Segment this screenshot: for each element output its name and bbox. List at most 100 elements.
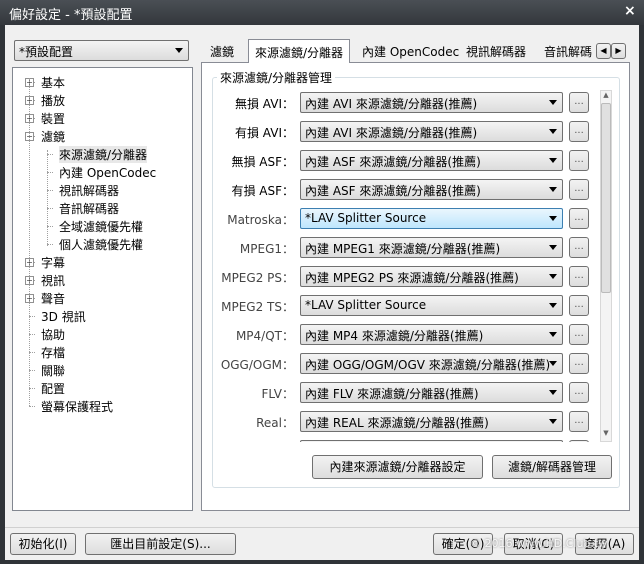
splitter-value: 內建 MPEG1 來源濾鏡/分離器(推薦) bbox=[305, 242, 501, 256]
chevron-down-icon bbox=[175, 48, 183, 53]
tab-scroll-right-button[interactable]: ▶ bbox=[611, 43, 626, 59]
tab-filters[interactable]: 濾鏡 bbox=[210, 41, 234, 62]
window-title: 偏好設定 - *預設配置 bbox=[9, 8, 133, 23]
tab-scroll-left-button[interactable]: ◀ bbox=[596, 43, 611, 59]
splitter-select[interactable]: 內建 FLV 來源濾鏡/分離器(推薦) bbox=[300, 382, 563, 403]
tab-video-decoder[interactable]: 視訊解碼器 bbox=[466, 41, 526, 62]
export-settings-button[interactable]: 匯出目前設定(S)... bbox=[85, 533, 236, 555]
builtin-splitter-settings-button[interactable]: 內建來源濾鏡/分離器設定 bbox=[312, 455, 483, 479]
tab-source-filters[interactable]: 來源濾鏡/分離器 bbox=[248, 39, 351, 63]
splitter-options-button[interactable]: ... bbox=[569, 382, 589, 403]
format-label: FLV： bbox=[261, 387, 294, 401]
splitter-select[interactable]: 內建 REAL 來源濾鏡/分離器(推薦) bbox=[300, 411, 563, 432]
splitter-value: *LAV Splitter Source bbox=[305, 211, 427, 225]
splitter-options-button[interactable]: ... bbox=[569, 92, 589, 113]
splitter-options-button[interactable]: ... bbox=[569, 440, 589, 442]
tree-item[interactable]: 視訊解碼器 bbox=[59, 182, 119, 199]
tree-item[interactable]: 濾鏡 bbox=[41, 128, 65, 145]
tree-item[interactable]: 來源濾鏡/分離器 bbox=[59, 146, 148, 163]
splitter-select[interactable]: 內建 AVI 來源濾鏡/分離器(推薦) bbox=[300, 92, 563, 113]
tree-item[interactable]: 存檔 bbox=[41, 344, 65, 361]
chevron-down-icon bbox=[549, 332, 557, 337]
splitter-options-button[interactable]: ... bbox=[569, 237, 589, 258]
splitter-select[interactable]: 內建 ASF 來源濾鏡/分離器(推薦) bbox=[300, 179, 563, 200]
tree-item[interactable]: 基本 bbox=[41, 74, 65, 91]
chevron-down-icon bbox=[549, 361, 557, 366]
splitter-select[interactable]: 內建 MP4 來源濾鏡/分離器(推薦) bbox=[300, 324, 563, 345]
ok-button[interactable]: 確定(O) bbox=[433, 533, 493, 555]
tree-item[interactable]: 配置 bbox=[41, 380, 65, 397]
tree-item[interactable]: 音訊解碼器 bbox=[59, 200, 119, 217]
title-bar: 偏好設定 - *預設配置 × bbox=[0, 0, 644, 25]
scroll-thumb[interactable] bbox=[601, 103, 611, 293]
splitter-select[interactable]: *LAV Splitter Source bbox=[300, 295, 563, 316]
chevron-down-icon bbox=[549, 419, 557, 424]
splitter-value: 內建 REAL 來源濾鏡/分離器(推薦) bbox=[305, 416, 489, 430]
format-label: 無損 AVI： bbox=[234, 97, 294, 111]
tree-item[interactable]: 裝置 bbox=[41, 110, 65, 127]
chevron-down-icon bbox=[549, 245, 557, 250]
splitter-select[interactable]: 內建 ASF 來源濾鏡/分離器(推薦) bbox=[300, 150, 563, 171]
splitter-value: 內建 OGG/OGM/OGV 來源濾鏡/分離器(推薦) bbox=[305, 358, 551, 372]
apply-button[interactable]: 套用(A) bbox=[575, 533, 634, 555]
splitter-select[interactable]: 內建 AVI 來源濾鏡/分離器(推薦) bbox=[300, 121, 563, 142]
scroll-down-icon[interactable]: ▼ bbox=[601, 429, 611, 441]
profile-select[interactable]: *預設配置 bbox=[14, 40, 189, 61]
splitter-select[interactable]: *LAV Splitter Source bbox=[300, 208, 563, 229]
splitter-options-button[interactable]: ... bbox=[569, 353, 589, 374]
tree-item[interactable]: 字幕 bbox=[41, 254, 65, 271]
format-label: 有損 ASF： bbox=[231, 184, 294, 198]
chevron-down-icon bbox=[549, 216, 557, 221]
splitter-select[interactable] bbox=[300, 440, 563, 442]
splitter-select[interactable]: 內建 MPEG1 來源濾鏡/分離器(推薦) bbox=[300, 237, 563, 258]
chevron-down-icon bbox=[549, 158, 557, 163]
format-label: MPEG2 PS： bbox=[221, 271, 294, 285]
format-label: OGG/OGM： bbox=[220, 358, 294, 372]
scrollbar[interactable]: ▲ ▼ bbox=[600, 90, 612, 442]
splitter-options-button[interactable]: ... bbox=[569, 266, 589, 287]
filter-rows: 無損 AVI： 內建 AVI 來源濾鏡/分離器(推薦)... 有損 AVI： 內建 A… bbox=[212, 88, 597, 442]
splitter-options-button[interactable]: ... bbox=[569, 295, 589, 316]
splitter-options-button[interactable]: ... bbox=[569, 208, 589, 229]
tab-audio-decoder[interactable]: 音訊解碼 bbox=[544, 41, 592, 62]
init-button[interactable]: 初始化(I) bbox=[10, 533, 76, 555]
splitter-options-button[interactable]: ... bbox=[569, 324, 589, 345]
chevron-down-icon bbox=[549, 274, 557, 279]
tree-item[interactable]: 個人濾鏡優先權 bbox=[59, 236, 143, 253]
chevron-down-icon bbox=[549, 187, 557, 192]
filter-decoder-manager-button[interactable]: 濾鏡/解碼器管理 bbox=[492, 455, 612, 479]
splitter-value: 內建 AVI 來源濾鏡/分離器(推薦) bbox=[305, 97, 478, 111]
format-label: MPEG1： bbox=[239, 242, 294, 256]
splitter-options-button[interactable]: ... bbox=[569, 150, 589, 171]
splitter-value: *LAV Splitter Source bbox=[305, 298, 427, 312]
scroll-up-icon[interactable]: ▲ bbox=[601, 91, 611, 103]
tree-item[interactable]: 關聯 bbox=[41, 362, 65, 379]
tree-item[interactable]: 聲音 bbox=[41, 290, 65, 307]
divider bbox=[5, 527, 639, 528]
arrow-right-icon: ▶ bbox=[615, 46, 622, 55]
tree-item[interactable]: 協助 bbox=[41, 326, 65, 343]
splitter-select[interactable]: 內建 OGG/OGM/OGV 來源濾鏡/分離器(推薦) bbox=[300, 353, 563, 374]
chevron-down-icon bbox=[549, 390, 557, 395]
tree-item[interactable]: 視訊 bbox=[41, 272, 65, 289]
arrow-left-icon: ◀ bbox=[600, 46, 607, 55]
splitter-options-button[interactable]: ... bbox=[569, 179, 589, 200]
tree-item[interactable]: 內建 OpenCodec bbox=[59, 164, 156, 181]
tab-opencodec[interactable]: 內建 OpenCodec bbox=[362, 41, 459, 62]
group-title: 來源濾鏡/分離器管理 bbox=[217, 69, 336, 86]
cancel-button[interactable]: 取消(C) bbox=[504, 533, 563, 555]
tree-item[interactable]: 螢幕保護程式 bbox=[41, 398, 113, 415]
profile-value: *預設配置 bbox=[19, 45, 74, 59]
splitter-options-button[interactable]: ... bbox=[569, 121, 589, 142]
format-label: 有損 AVI： bbox=[234, 126, 294, 140]
tree-item[interactable]: 全域濾鏡優先權 bbox=[59, 218, 143, 235]
tree-item[interactable]: 播放 bbox=[41, 92, 65, 109]
splitter-value: 內建 FLV 來源濾鏡/分離器(推薦) bbox=[305, 387, 479, 401]
splitter-value: 內建 AVI 來源濾鏡/分離器(推薦) bbox=[305, 126, 478, 140]
close-button[interactable]: × bbox=[624, 3, 636, 19]
settings-tree: + 基本 + 播放 + 裝置 − 濾鏡 來源濾鏡/分離器 內建 OpenCodec 視訊解碼器 音訊解… bbox=[12, 67, 193, 511]
splitter-select[interactable]: 內建 MPEG2 PS 來源濾鏡/分離器(推薦) bbox=[300, 266, 563, 287]
splitter-options-button[interactable]: ... bbox=[569, 411, 589, 432]
chevron-down-icon bbox=[549, 303, 557, 308]
tree-item[interactable]: 3D 視訊 bbox=[41, 308, 86, 325]
